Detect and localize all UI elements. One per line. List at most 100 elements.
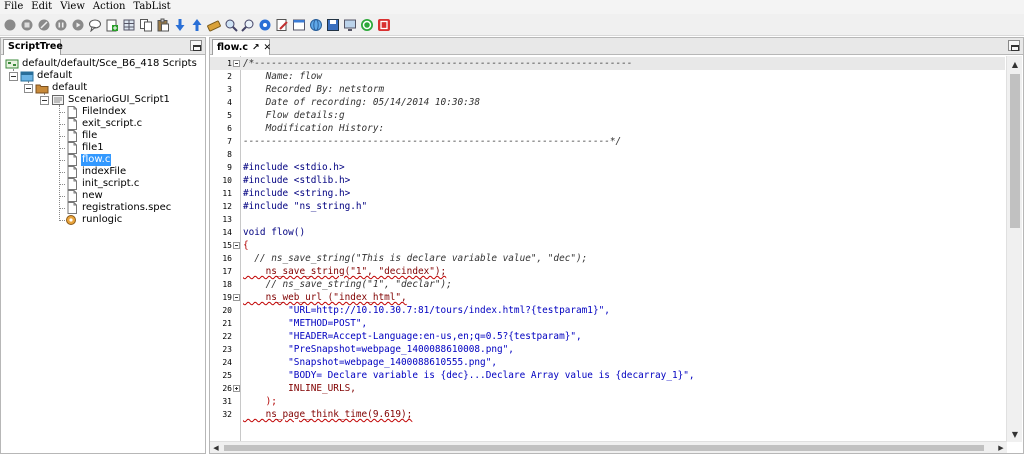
tree-node-file[interactable]: registrations.spec [1,202,205,214]
file-icon [65,142,79,154]
collapse-fold-icon[interactable] [233,294,240,301]
editor-tabbar: flow.c ↗ ✕ [210,38,1023,55]
upload-icon[interactable] [190,18,204,32]
collapse-fold-icon[interactable] [233,60,240,67]
tree-node-label: runlogic [82,214,123,225]
file-icon [65,130,79,142]
go-icon[interactable] [360,18,374,32]
code-editor[interactable]: 1 /*-------------------------------------… [210,56,1005,442]
code-line: 9 #include <stdio.h> [210,161,1005,174]
cancel-icon[interactable] [37,18,51,32]
play-icon[interactable] [71,18,85,32]
tree-node-file[interactable]: new [1,190,205,202]
collapse-toggle[interactable] [9,71,18,81]
code-text: Modification History: [243,123,385,134]
settings-script-icon[interactable] [207,18,221,32]
add-page-icon[interactable] [105,18,119,32]
tab-flow-c[interactable]: flow.c ↗ ✕ [212,39,272,55]
pin-icon[interactable]: ↗ [252,41,260,55]
tree-node-file[interactable]: FileIndex [1,106,205,118]
code-text: ----------------------------------------… [243,136,622,147]
save-icon[interactable] [326,18,340,32]
paste-icon[interactable] [156,18,170,32]
code-line: 26 INLINE_URLS, [210,382,1005,395]
menu-action[interactable]: Action [89,0,130,14]
code-text: ); [243,396,277,407]
scroll-left-arrow-icon[interactable]: ◀ [210,442,222,454]
record-icon[interactable] [3,18,17,32]
vertical-scrollbar[interactable]: ▲ ▼ [1006,56,1022,442]
screen-icon[interactable] [343,18,357,32]
maximize-panel-button[interactable] [1008,40,1020,51]
tree-node-label: file1 [82,142,104,153]
download-icon[interactable] [173,18,187,32]
line-number: 15 [222,241,232,250]
file-icon [65,154,79,166]
tree-node-label: default [52,82,88,93]
horizontal-scroll-thumb[interactable] [224,445,984,451]
tree-node-file[interactable]: file [1,130,205,142]
scroll-right-arrow-icon[interactable]: ▶ [995,442,1007,454]
horizontal-scrollbar[interactable]: ◀ ▶ [210,441,1007,453]
tree-node-project[interactable]: default [1,70,205,82]
app-icon[interactable] [377,18,391,32]
scroll-up-arrow-icon[interactable]: ▲ [1007,56,1023,72]
tree-node-file[interactable]: runlogic [1,214,205,226]
folder-icon [35,82,49,94]
line-number: 10 [222,176,232,185]
tree-node-file[interactable]: file1 [1,142,205,154]
scroll-down-arrow-icon[interactable]: ▼ [1007,426,1023,442]
line-number: 32 [222,410,232,419]
tree-node-file[interactable]: exit_script.c [1,118,205,130]
code-line: 8 [210,148,1005,161]
menu-view[interactable]: View [56,0,89,14]
menu-file[interactable]: File [0,0,27,14]
code-text: "Snapshot=webpage_1400088610555.png", [243,357,497,368]
script-icon [51,94,65,106]
script-tree-tabbar: ScriptTree [1,38,205,55]
search-icon[interactable] [241,18,255,32]
pause-icon[interactable] [54,18,68,32]
code-line: 19 ns_web_url ("index_html", [210,291,1005,304]
tree-node-label: FileIndex [82,106,127,117]
line-number: 25 [222,371,232,380]
code-text: "BODY= Declare variable is {dec}...Decla… [243,370,695,381]
file-icon [65,178,79,190]
code-line: 22 "HEADER=Accept-Language:en-us,en;q=0.… [210,330,1005,343]
comment-icon[interactable] [88,18,102,32]
tab-script-tree[interactable]: ScriptTree [3,39,63,55]
gear-icon[interactable] [258,18,272,32]
window-icon[interactable] [292,18,306,32]
collapse-toggle[interactable] [40,95,49,105]
tab-label: flow.c [217,41,248,53]
tree-node-file[interactable]: init_script.c [1,178,205,190]
maximize-panel-button[interactable] [190,40,202,51]
close-icon[interactable]: ✕ [264,41,272,55]
expand-fold-icon[interactable] [233,385,240,392]
tree-node-folder[interactable]: default [1,82,205,94]
internet-icon[interactable] [309,18,323,32]
grid-icon[interactable] [122,18,136,32]
collapse-fold-icon[interactable] [233,242,240,249]
stop-icon[interactable] [20,18,34,32]
tree-node-label: ScenarioGUI_Script1 [68,94,170,105]
edit-icon[interactable] [275,18,289,32]
line-number: 9 [227,163,232,172]
menu-tablist[interactable]: TabList [129,0,174,14]
code-line: 25 "BODY= Declare variable is {dec}...De… [210,369,1005,382]
copy-icon[interactable] [139,18,153,32]
tree-node-file[interactable]: flow.c [1,154,205,166]
code-line: 24 "Snapshot=webpage_1400088610555.png", [210,356,1005,369]
project-icon [20,70,34,82]
tree-node-label: file [82,130,98,141]
vertical-scroll-thumb[interactable] [1010,74,1020,228]
tree-node-root[interactable]: default/default/Sce_B6_418 Scripts [1,58,205,70]
zoom-icon[interactable] [224,18,238,32]
code-text: void flow() [243,227,306,238]
collapse-toggle[interactable] [24,83,33,93]
code-text: Recorded By: netstorm [243,84,385,95]
tree-node-script[interactable]: ScenarioGUI_Script1 [1,94,205,106]
menu-edit[interactable]: Edit [27,0,56,14]
code-text: #include <stdio.h> [243,162,345,173]
tree-node-file[interactable]: indexFile [1,166,205,178]
